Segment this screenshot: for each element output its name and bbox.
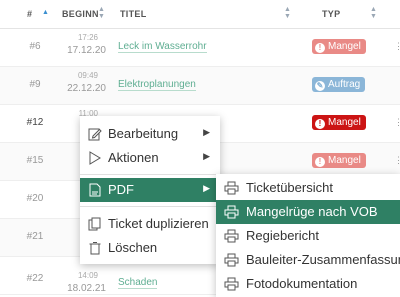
sort-asc-icon[interactable]: ▲ xyxy=(370,6,377,13)
menu-item-label: Löschen xyxy=(108,240,158,255)
row-edge-icon: ⋮ xyxy=(394,155,400,165)
row-edge-icon: ⋮ xyxy=(394,117,400,127)
submenu-item-fotodokumentation[interactable]: Fotodokumentation xyxy=(216,272,400,296)
exclamation-icon: ! xyxy=(315,157,325,167)
wrench-icon: ✎ xyxy=(315,81,325,91)
type-badge: ! Mangel xyxy=(312,115,366,130)
submenu-item-ticketuebersicht[interactable]: Ticketübersicht xyxy=(216,176,400,200)
submenu-item-bauleiter[interactable]: Bauleiter-Zusammenfassung xyxy=(216,248,400,272)
ticket-title-link[interactable]: Leck im Wasserrohr xyxy=(118,41,207,53)
start-time: 17:26 xyxy=(77,33,98,42)
column-header-title[interactable]: TITEL xyxy=(120,9,147,19)
row-edge-icon: ⋮ xyxy=(394,41,400,51)
table-row[interactable]: #9 09:49 22.12.20 Elektroplanungen ✎ Auft… xyxy=(0,67,400,105)
exclamation-icon: ! xyxy=(315,119,325,129)
play-icon xyxy=(89,151,101,165)
type-badge: ✎ Auftrag xyxy=(312,77,366,92)
column-header-begin[interactable]: BEGINN xyxy=(62,9,99,19)
type-label: Mangel xyxy=(328,41,361,52)
trash-icon xyxy=(89,242,101,255)
menu-divider xyxy=(80,174,220,175)
printer-icon xyxy=(224,277,239,291)
pdf-submenu: Ticketübersicht Mangelrüge nach VOB Regi… xyxy=(216,174,400,297)
ticket-number: #15 xyxy=(26,155,44,166)
ticket-title-link[interactable]: Elektroplanungen xyxy=(118,79,196,91)
menu-item-label: Aktionen xyxy=(108,150,159,165)
start-date: 17.12.20 xyxy=(67,45,106,56)
sort-asc-icon[interactable]: ▲ xyxy=(284,6,291,13)
menu-item-duplicate[interactable]: Ticket duplizieren xyxy=(80,212,220,236)
printer-icon xyxy=(224,181,239,195)
ticket-number: #22 xyxy=(26,273,44,284)
printer-icon xyxy=(224,229,239,243)
sort-asc-icon[interactable]: ▲ xyxy=(98,6,105,13)
table-header: # ▲ BEGINN ▲ ▼ TITEL ▲ ▼ TYP ▲ ▼ xyxy=(0,0,400,29)
sort-asc-icon[interactable]: ▲ xyxy=(42,9,49,16)
ticket-number: #9 xyxy=(29,79,41,90)
submenu-item-label: Bauleiter-Zusammenfassung xyxy=(246,252,400,267)
type-label: Mangel xyxy=(328,155,361,166)
submenu-item-label: Regiebericht xyxy=(246,228,319,243)
ticket-title-link[interactable]: Schaden xyxy=(118,277,158,289)
chevron-right-icon: ▶ xyxy=(203,183,210,193)
start-date: 22.12.20 xyxy=(67,83,106,94)
menu-item-label: Bearbeitung xyxy=(108,126,179,141)
start-time: 09:49 xyxy=(77,71,98,80)
start-time: 14:09 xyxy=(77,271,98,280)
menu-divider xyxy=(80,206,220,207)
submenu-item-regiebericht[interactable]: Regiebericht xyxy=(216,224,400,248)
submenu-item-label: Mangelrüge nach VOB xyxy=(246,204,378,219)
chevron-right-icon: ▶ xyxy=(203,151,210,161)
printer-icon xyxy=(224,205,239,219)
context-menu: Bearbeitung ▶ Aktionen ▶ PDF ▶ Ticket du… xyxy=(80,116,220,264)
menu-item-pdf[interactable]: PDF ▶ xyxy=(80,178,220,202)
submenu-item-label: Fotodokumentation xyxy=(246,276,358,291)
menu-item-delete[interactable]: Löschen xyxy=(80,236,220,260)
menu-item-label: Ticket duplizieren xyxy=(108,216,209,231)
column-header-num[interactable]: # xyxy=(27,9,32,19)
submenu-item-label: Ticketübersicht xyxy=(246,180,333,195)
type-badge: ! Mangel xyxy=(312,153,366,168)
ticket-number: #21 xyxy=(26,231,44,242)
table-row[interactable]: #6 17:26 17.12.20 Leck im Wasserrohr ! Ma… xyxy=(0,29,400,67)
exclamation-icon: ! xyxy=(315,43,325,53)
menu-item-label: PDF xyxy=(108,182,134,197)
sort-desc-icon[interactable]: ▼ xyxy=(370,13,377,20)
ticket-number: #6 xyxy=(29,41,41,52)
sort-desc-icon[interactable]: ▼ xyxy=(284,13,291,20)
column-header-type[interactable]: TYP xyxy=(322,9,340,19)
start-date: 18.02.21 xyxy=(67,283,106,294)
printer-icon xyxy=(224,253,239,267)
ticket-number: #12 xyxy=(26,117,44,128)
type-badge: ! Mangel xyxy=(312,39,366,54)
menu-item-bearbeitung[interactable]: Bearbeitung ▶ xyxy=(80,122,220,146)
edit-icon xyxy=(88,128,102,141)
ticket-number: #20 xyxy=(26,193,44,204)
type-label: Auftrag xyxy=(328,79,361,90)
submenu-item-mangelruege[interactable]: Mangelrüge nach VOB xyxy=(216,200,400,224)
sort-desc-icon[interactable]: ▼ xyxy=(98,13,105,20)
chevron-right-icon: ▶ xyxy=(203,127,210,137)
menu-item-aktionen[interactable]: Aktionen ▶ xyxy=(80,146,220,170)
pdf-file-icon xyxy=(89,183,101,197)
type-label: Mangel xyxy=(328,117,361,128)
duplicate-icon xyxy=(88,217,101,231)
